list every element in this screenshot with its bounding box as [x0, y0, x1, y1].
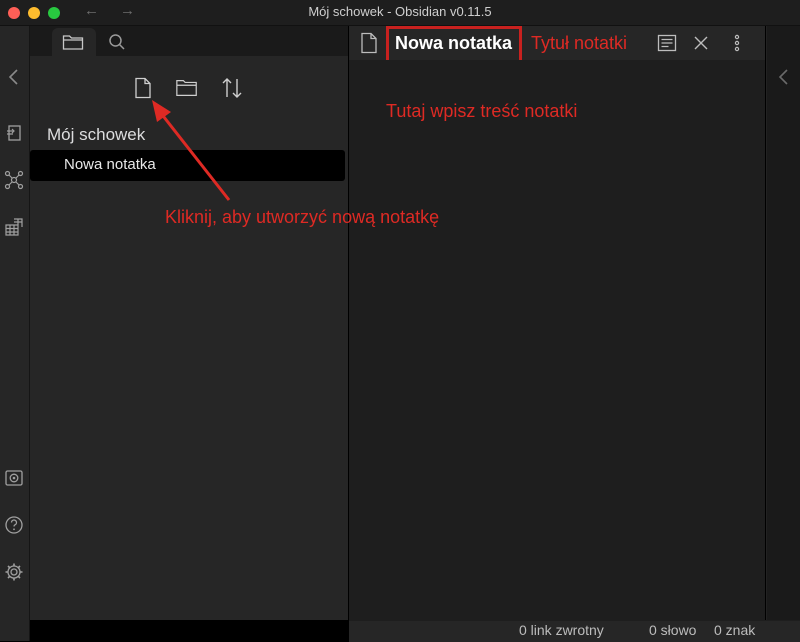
word-count: 0 słowo: [649, 622, 697, 638]
chevron-left-icon[interactable]: [776, 67, 792, 87]
graph-view-icon[interactable]: [4, 170, 24, 190]
settings-icon[interactable]: [4, 562, 24, 582]
note-editor[interactable]: [349, 60, 765, 620]
note-title[interactable]: Nowa notatka: [395, 33, 512, 54]
vault-name[interactable]: Mój schowek: [47, 125, 145, 145]
back-arrow-icon[interactable]: ←: [84, 2, 99, 19]
chevron-left-icon[interactable]: [6, 67, 22, 87]
file-icon: [361, 32, 377, 54]
annotation-title-hint: Tytuł notatki: [531, 33, 628, 53]
search-icon[interactable]: [108, 33, 126, 51]
left-ribbon: [0, 26, 30, 641]
help-icon[interactable]: [4, 515, 24, 535]
folder-icon: [62, 35, 84, 50]
backlinks-count[interactable]: 0 link zwrotny: [519, 622, 604, 638]
char-count: 0 znak: [714, 622, 756, 638]
annotation-new-note-hint: Kliknij, aby utworzyć nową notatkę: [165, 207, 440, 227]
right-ribbon: [766, 26, 800, 620]
forward-arrow-icon[interactable]: →: [120, 2, 135, 19]
vault-icon[interactable]: [4, 468, 24, 488]
annotation-arrow: [152, 100, 231, 201]
more-options-icon[interactable]: [731, 33, 743, 53]
annotation-content-hint: Tutaj wpisz treść notatki: [386, 101, 578, 121]
quick-switcher-icon[interactable]: [4, 123, 24, 143]
window-titlebar: Mój schowek - Obsidian v0.11.5 ← →: [0, 0, 800, 26]
reading-view-icon[interactable]: [657, 34, 677, 52]
plugins-grid-icon[interactable]: [4, 217, 24, 237]
close-icon[interactable]: [693, 35, 709, 51]
